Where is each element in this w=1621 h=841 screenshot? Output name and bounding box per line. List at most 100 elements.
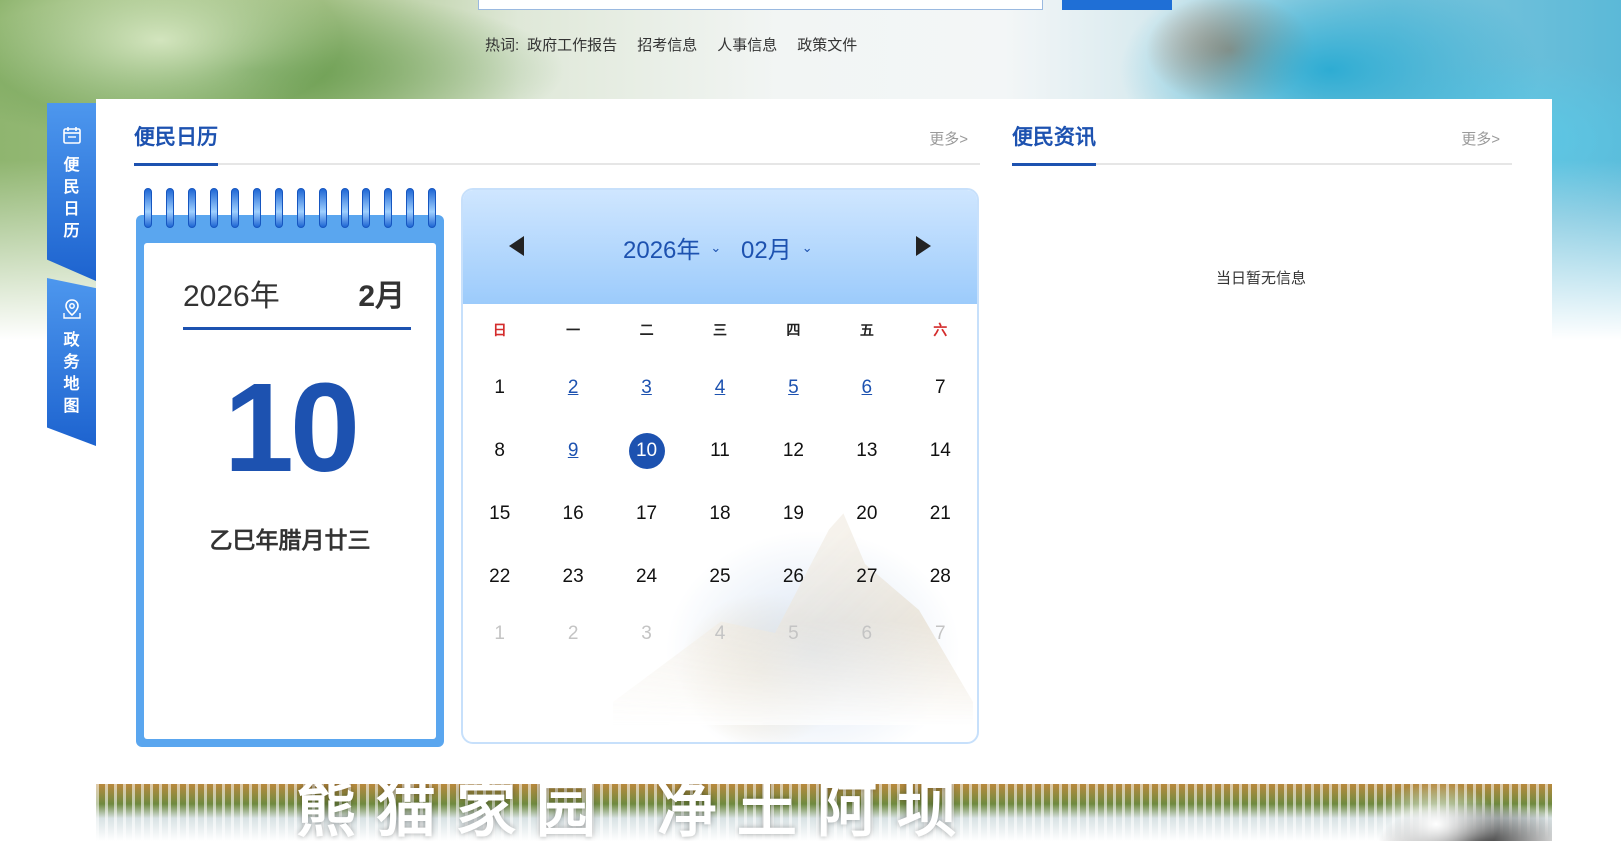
banner-slogan: 熊猫家园 净土阿坝 (296, 784, 977, 841)
calendar-day[interactable]: 19 (757, 482, 830, 545)
search-input[interactable] (478, 0, 1043, 10)
calendar-day[interactable]: 27 (830, 545, 903, 608)
calendar-day-number: 6 (861, 376, 873, 398)
prev-month-arrow-icon[interactable] (509, 236, 524, 256)
binder-ring (144, 188, 152, 228)
weekday-label: 一 (566, 322, 581, 338)
calendar-day-number: 28 (929, 565, 951, 587)
calendar-day-number: 5 (788, 623, 799, 644)
desk-calendar-page: 2026年 2月 10 乙巳年腊月廿三 (144, 243, 436, 739)
month-calendar: 2026年 ⌄ 02月 ⌄ 日 一 二 三 四 五 六 1 2 3 4 5 6 7 8 9 10 1… (461, 188, 979, 744)
calendar-grid: 日 一 二 三 四 五 六 1 2 3 4 5 6 7 8 9 10 11 12 13 14 15 16 17 1… (463, 304, 977, 660)
calendar-week-row: 1 2 3 4 5 6 7 (463, 356, 977, 419)
side-tab-gov-map[interactable]: 政 务 地 图 (47, 278, 96, 446)
calendar-day[interactable]: 20 (830, 482, 903, 545)
calendar-day[interactable]: 25 (683, 545, 756, 608)
calendar-day[interactable]: 2 (536, 608, 609, 660)
calendar-day[interactable]: 3 (610, 608, 683, 660)
hot-words-label: 热词: (485, 37, 520, 54)
desk-calendar: 2026年 2月 10 乙巳年腊月廿三 (136, 215, 444, 747)
calendar-day-number: 22 (489, 565, 511, 587)
more-link[interactable]: 更多> (1461, 128, 1500, 149)
hot-word-link[interactable]: 政府工作报告 (527, 34, 617, 54)
calendar-day-number: 19 (782, 502, 804, 524)
calendar-day-number: 7 (934, 376, 946, 398)
calendar-day[interactable]: 13 (830, 419, 903, 482)
calendar-day[interactable]: 12 (757, 419, 830, 482)
calendar-day[interactable]: 4 (683, 608, 756, 660)
calendar-day[interactable]: 4 (683, 356, 756, 419)
panda-banner: 熊猫家园 净土阿坝 (96, 784, 1552, 841)
calendar-day[interactable]: 3 (610, 356, 683, 419)
hot-word-link[interactable]: 政策文件 (797, 34, 857, 54)
calendar-day[interactable]: 7 (904, 608, 977, 660)
calendar-day-number: 3 (641, 623, 652, 644)
calendar-day-today[interactable]: 10 (610, 419, 683, 482)
calendar-day[interactable]: 6 (830, 356, 903, 419)
next-month-arrow-icon[interactable] (916, 236, 931, 256)
weekday-label: 六 (933, 322, 948, 338)
month-select[interactable]: 02月 ⌄ (741, 230, 813, 265)
calendar-week-row: 22 23 24 25 26 27 28 (463, 545, 977, 608)
calendar-day[interactable]: 14 (904, 419, 977, 482)
more-link[interactable]: 更多> (929, 128, 968, 149)
hot-word-link[interactable]: 招考信息 (637, 34, 697, 54)
desk-year: 2026年 (183, 280, 280, 313)
calendar-day-number: 8 (494, 439, 505, 461)
calendar-day[interactable]: 9 (536, 419, 609, 482)
calendar-day[interactable]: 22 (463, 545, 536, 608)
calendar-day[interactable]: 24 (610, 545, 683, 608)
calendar-section-header: 便民日历 更多> (134, 99, 980, 166)
binder-rings (140, 188, 440, 232)
search-button[interactable] (1062, 0, 1172, 10)
section-title: 便民日历 (134, 121, 218, 166)
chevron-down-icon: ⌄ (710, 239, 722, 255)
binder-ring (427, 188, 436, 228)
calendar-day[interactable]: 16 (536, 482, 609, 545)
calendar-day[interactable]: 1 (463, 356, 536, 419)
calendar-day-number: 16 (562, 502, 584, 524)
binder-ring (253, 188, 262, 228)
calendar-day[interactable]: 18 (683, 482, 756, 545)
weekday-label: 五 (859, 322, 874, 338)
binder-ring (384, 188, 393, 228)
calendar-day[interactable]: 7 (904, 356, 977, 419)
calendar-day[interactable]: 17 (610, 482, 683, 545)
year-select-value: 2026年 (623, 237, 701, 264)
binder-ring (187, 188, 196, 228)
binder-ring (318, 188, 327, 228)
month-calendar-header: 2026年 ⌄ 02月 ⌄ (463, 190, 977, 304)
calendar-day-number: 20 (856, 502, 878, 524)
calendar-day[interactable]: 26 (757, 545, 830, 608)
desk-month: 2月 (358, 280, 405, 313)
weekday-header: 日 一 二 三 四 五 六 (463, 304, 977, 356)
hot-word-link[interactable]: 人事信息 (717, 34, 777, 54)
calendar-day-number: 6 (861, 623, 873, 644)
calendar-day[interactable]: 15 (463, 482, 536, 545)
calendar-day[interactable]: 21 (904, 482, 977, 545)
side-tab-char: 地 (63, 376, 80, 393)
calendar-day-number: 13 (856, 439, 878, 461)
calendar-day-number: 25 (709, 565, 731, 587)
weekday-label: 二 (639, 322, 654, 338)
binder-ring (406, 188, 415, 228)
calendar-day-number: 9 (567, 439, 579, 461)
calendar-day-number: 11 (710, 439, 730, 461)
calendar-day[interactable]: 1 (463, 608, 536, 660)
calendar-day[interactable]: 23 (536, 545, 609, 608)
desk-day-number: 10 (223, 357, 360, 498)
lunar-date: 乙巳年腊月廿三 (209, 527, 371, 553)
calendar-day[interactable]: 11 (683, 419, 756, 482)
calendar-day[interactable]: 28 (904, 545, 977, 608)
year-select[interactable]: 2026年 ⌄ (623, 230, 721, 265)
calendar-day[interactable]: 2 (536, 356, 609, 419)
calendar-day-number: 2 (567, 376, 579, 398)
calendar-day[interactable]: 5 (757, 608, 830, 660)
calendar-day[interactable]: 8 (463, 419, 536, 482)
calendar-day-number: 21 (929, 502, 951, 524)
side-tab-calendar[interactable]: 便 民 日 历 (47, 103, 96, 281)
calendar-day[interactable]: 5 (757, 356, 830, 419)
calendar-day-number: 17 (635, 502, 658, 524)
calendar-day-number: 4 (714, 376, 726, 398)
calendar-day[interactable]: 6 (830, 608, 903, 660)
